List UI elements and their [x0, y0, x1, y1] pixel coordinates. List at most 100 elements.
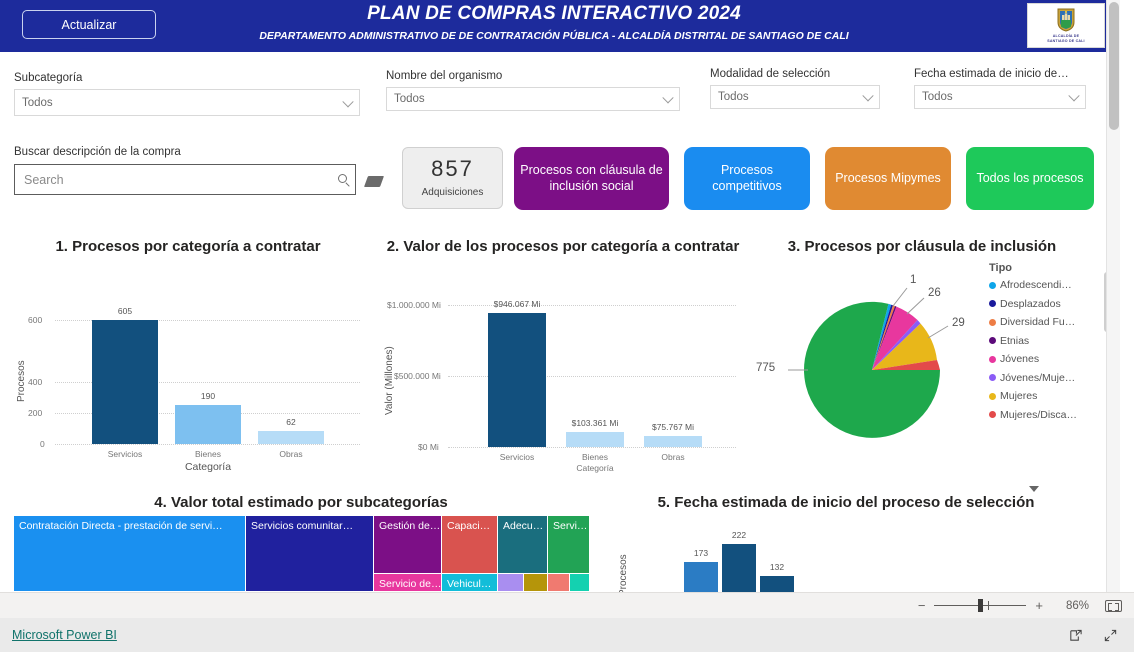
legend-item-mujeres[interactable]: Mujeres: [989, 390, 1099, 402]
zoom-slider[interactable]: [934, 599, 1027, 612]
bar-obras[interactable]: [258, 431, 324, 444]
legend-item-jovenes-mujeres[interactable]: Jóvenes/Muje…: [989, 372, 1099, 384]
nav-button-inclusion-social[interactable]: Procesos con cláusula de inclusión socia…: [514, 147, 669, 210]
legend-scroll-down-icon[interactable]: [1029, 486, 1039, 492]
search-input[interactable]: Search: [14, 164, 356, 195]
slicer-organismo: Nombre del organismo Todos: [386, 70, 680, 111]
alcaldia-logo: ALCALDÍA DE SANTIAGO DE CALI: [1027, 3, 1105, 48]
treemap-tile[interactable]: Contratación Directa - prestación de ser…: [14, 516, 246, 592]
pie-callout-29: 29: [952, 317, 965, 329]
chart-2-x-axis-title: Categoría: [576, 463, 614, 473]
chart-1-y-axis-title: Procesos: [16, 360, 27, 402]
slicer-fecha-inicio: Fecha estimada de inicio de… Todos: [914, 68, 1086, 109]
zoom-slider-tick: [988, 601, 990, 610]
page-scrollbar[interactable]: [1106, 0, 1120, 592]
treemap-tile[interactable]: Servi…: [548, 516, 590, 574]
bar-obras[interactable]: [644, 436, 702, 447]
y-tick: 600: [28, 315, 43, 325]
chart-1-plot[interactable]: Procesos 600 400 200 0 605 190 62 Servic…: [0, 262, 370, 474]
legend-item-label: Mujeres: [1000, 390, 1038, 402]
treemap-tile[interactable]: Vehicul…: [442, 574, 498, 592]
slicer-modalidad-label: Modalidad de selección: [710, 68, 831, 80]
legend-item-label: Mujeres/Disca…: [1000, 408, 1078, 421]
legend-item-diversidad-funcional[interactable]: Diversidad Fu…: [989, 316, 1099, 328]
fit-to-page-icon[interactable]: [1105, 599, 1122, 612]
nav-button-competitivos[interactable]: Procesos competitivos: [684, 147, 810, 210]
legend-item-etnias[interactable]: Etnias: [989, 335, 1099, 347]
legend-item-mujeres-discapacidad[interactable]: Mujeres/Disca…: [989, 409, 1099, 421]
clear-filter-eraser-icon[interactable]: [363, 176, 385, 187]
treemap-tile[interactable]: [498, 574, 524, 592]
chart-3-legend: Tipo Afrodescendi… Desplazados Diversida…: [989, 262, 1099, 492]
chart-1-title: 1. Procesos por categoría a contratar: [55, 238, 321, 255]
treemap-tile-label: Servicio de…: [379, 578, 442, 590]
y-tick: $0 Mi: [418, 442, 439, 452]
nav-button-todos-procesos[interactable]: Todos los procesos: [966, 147, 1094, 210]
treemap-tile[interactable]: Gestión de…: [374, 516, 442, 574]
legend-item-afrodescendientes[interactable]: Afrodescendi…: [989, 279, 1099, 291]
slicer-organismo-dropdown[interactable]: Todos: [386, 87, 680, 111]
slicer-subcategoria-value: Todos: [22, 96, 53, 109]
legend-color-swatch: [989, 300, 996, 307]
chart-4-plot[interactable]: Contratación Directa - prestación de ser…: [14, 516, 590, 592]
report-subtitle: DEPARTAMENTO ADMINISTRATIVO DE DE CONTRA…: [259, 30, 849, 42]
chart-2-plot[interactable]: Valor (Millones) $1.000.000 Mi $500.000 …: [370, 285, 750, 475]
chart-3-plot[interactable]: 1 26 29 775: [752, 262, 992, 474]
report-header-banner: Actualizar PLAN DE COMPRAS INTERACTIVO 2…: [0, 0, 1108, 52]
treemap-tile[interactable]: Capaci…: [442, 516, 498, 574]
treemap-tile[interactable]: [570, 574, 590, 592]
slicer-modalidad-dropdown[interactable]: Todos: [710, 85, 880, 109]
microsoft-power-bi-link[interactable]: Microsoft Power BI: [12, 628, 117, 642]
treemap-tile[interactable]: [524, 574, 548, 592]
bar-period-3[interactable]: [760, 576, 794, 592]
chevron-down-icon: [1068, 90, 1080, 102]
chart-5-plot[interactable]: Procesos 173 222 132: [596, 518, 1096, 592]
x-tick: Servicios: [107, 449, 143, 459]
treemap-tile[interactable]: Servicios comunitar…: [246, 516, 374, 592]
treemap-tile-label: Servi…: [553, 520, 588, 532]
chevron-down-icon: [862, 90, 874, 102]
zoom-in-button[interactable]: +: [1035, 598, 1043, 613]
share-icon[interactable]: [1068, 628, 1083, 643]
nav-button-competitivos-label: Procesos competitivos: [712, 163, 782, 193]
slicer-organismo-value: Todos: [394, 93, 425, 105]
chart-5-y-axis-title: Procesos: [618, 554, 629, 592]
legend-item-label: Afrodescendi…: [1000, 279, 1072, 291]
x-tick: Bienes: [582, 452, 608, 462]
legend-item-label: Diversidad Fu…: [1000, 316, 1076, 328]
legend-item-jovenes[interactable]: Jóvenes: [989, 353, 1099, 365]
bar-period-2[interactable]: [722, 544, 756, 592]
bar-servicios[interactable]: [92, 320, 158, 444]
fullscreen-icon[interactable]: [1103, 628, 1118, 643]
report-title: PLAN DE COMPRAS INTERACTIVO 2024: [367, 3, 741, 24]
kpi-card-adquisiciones[interactable]: 857 Adquisiciones: [402, 147, 503, 209]
slicer-fecha-inicio-label: Fecha estimada de inicio de…: [914, 68, 1069, 80]
legend-color-swatch: [989, 411, 996, 418]
bar-servicios[interactable]: [488, 313, 546, 447]
bar-period-1[interactable]: [684, 562, 718, 592]
nav-button-mipymes[interactable]: Procesos Mipymes: [825, 147, 951, 210]
bar-obras-value: 62: [286, 417, 296, 427]
slicer-fecha-inicio-dropdown[interactable]: Todos: [914, 85, 1086, 109]
treemap-tile[interactable]: Adecu…: [498, 516, 548, 574]
nav-button-todos-procesos-label: Todos los procesos: [976, 170, 1084, 185]
footer-icon-group: [1068, 628, 1118, 643]
zoom-out-button[interactable]: −: [918, 598, 926, 613]
page-scrollbar-thumb[interactable]: [1109, 2, 1119, 130]
treemap-tile[interactable]: [548, 574, 570, 592]
pie-callout-1: 1: [910, 274, 917, 286]
treemap-tile-label: Servicios comunitar…: [251, 520, 354, 532]
bar-bienes[interactable]: [566, 432, 624, 447]
slicer-subcategoria-dropdown[interactable]: Todos: [14, 89, 360, 116]
kpi-label: Adquisiciones: [421, 187, 484, 198]
legend-item-desplazados[interactable]: Desplazados: [989, 298, 1099, 310]
logo-caption: ALCALDÍA DE SANTIAGO DE CALI: [1047, 33, 1085, 43]
chart-2-title: 2. Valor de los procesos por categoría a…: [386, 238, 740, 255]
bar-period-1-value: 173: [693, 548, 709, 558]
y-tick: 200: [28, 408, 43, 418]
treemap-tile[interactable]: Servicio de…: [374, 574, 442, 592]
gridline: [55, 444, 360, 445]
zoom-slider-thumb[interactable]: [978, 599, 984, 612]
bar-bienes[interactable]: [175, 405, 241, 444]
treemap-tile-label: Gestión de…: [379, 520, 441, 532]
